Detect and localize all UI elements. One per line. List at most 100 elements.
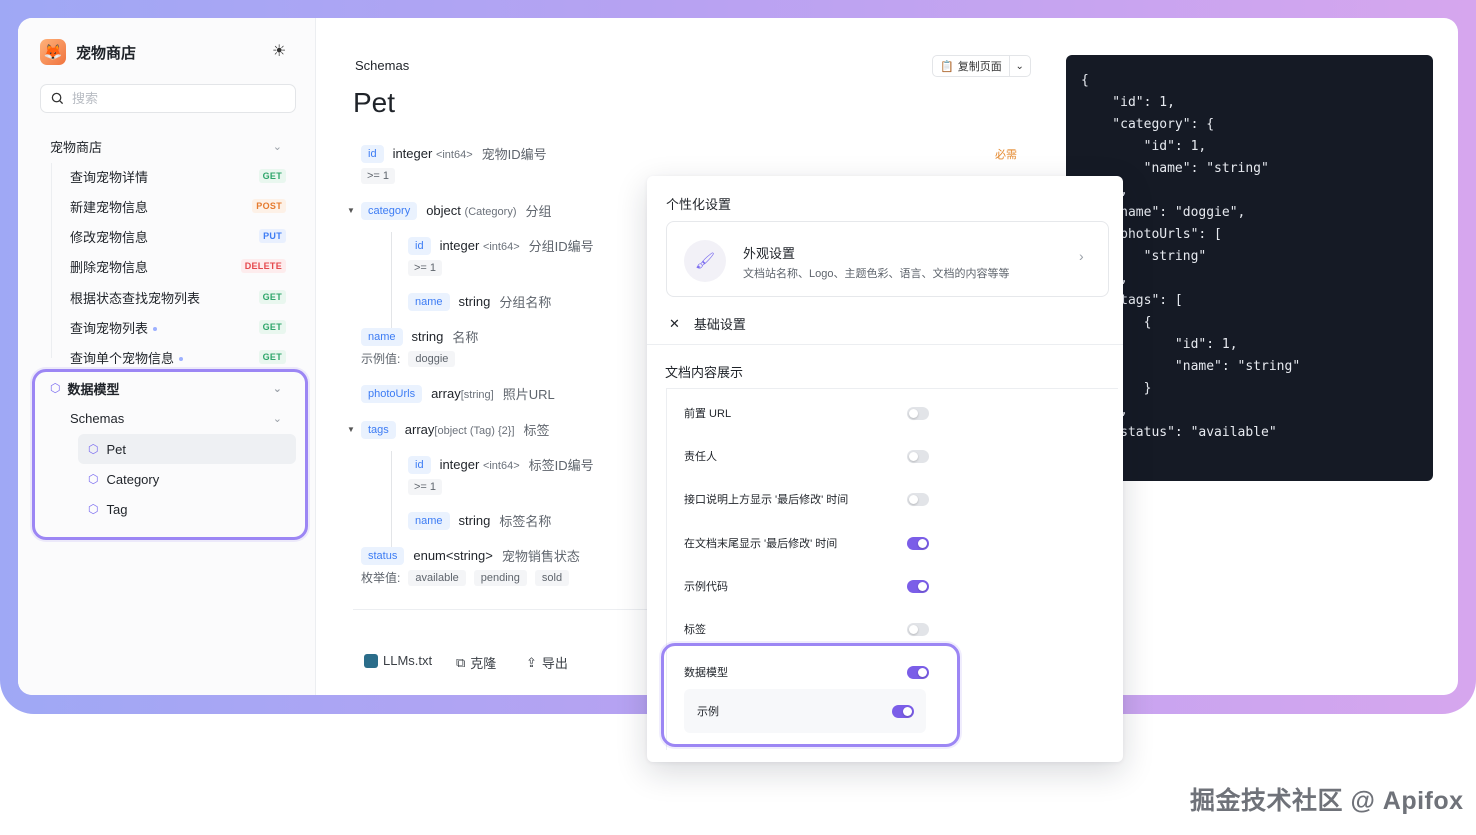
field-desc: 分组ID编号: [528, 239, 594, 254]
field-type: array[string]: [431, 386, 494, 401]
data-model-toggle-highlight: [661, 643, 960, 747]
chevron-right-icon: ›: [1079, 248, 1084, 264]
breadcrumb[interactable]: Schemas: [355, 58, 409, 73]
option-row[interactable]: 标签: [684, 618, 929, 640]
method-badge: PUT: [259, 229, 286, 243]
method-badge: DELETE: [240, 259, 286, 273]
expand-triangle-icon[interactable]: ▼: [347, 425, 355, 434]
nav-item[interactable]: 新建宠物信息 POST: [70, 195, 286, 217]
export-button[interactable]: ⇪ 导出: [526, 653, 568, 672]
nav-item[interactable]: 查询单个宠物信息 GET: [70, 346, 286, 368]
nav-item[interactable]: 修改宠物信息 PUT: [70, 225, 286, 247]
copy-main[interactable]: 📋 复制页面: [933, 56, 1010, 76]
appearance-card[interactable]: 🖌 外观设置 文档站名称、Logo、主题色彩、语言、文档的内容等等 ›: [666, 221, 1109, 297]
expand-triangle-icon[interactable]: ▼: [347, 206, 355, 215]
code-line: "category": {: [1081, 117, 1215, 132]
field-desc: 分组名称: [499, 295, 552, 310]
option-label: 责任人: [684, 451, 717, 463]
nav-item[interactable]: 查询宠物详情 GET: [70, 165, 286, 187]
nav-item-label-wrap: 查询宠物列表: [70, 318, 158, 337]
field-enum: 枚举值: available pending sold: [361, 569, 570, 586]
field-constraint: >= 1: [361, 168, 396, 184]
enum-value: available: [408, 569, 466, 586]
example-value: doggie: [408, 350, 456, 367]
llms-link[interactable]: LLMs.txt: [364, 653, 432, 668]
nav-item-label: 新建宠物信息: [70, 199, 149, 215]
option-label: 标签: [684, 624, 706, 636]
field-type: integer <int64>: [440, 457, 520, 472]
nav-item[interactable]: 删除宠物信息 DELETE: [70, 255, 286, 277]
code-line: "name": "string": [1081, 161, 1269, 176]
option-row[interactable]: 在文档末尾显示 '最后修改' 时间: [684, 532, 929, 554]
field-name: id: [361, 144, 384, 163]
data-model-highlight: [32, 369, 308, 540]
brand[interactable]: 🦊 宠物商店: [40, 39, 136, 65]
toggle-switch[interactable]: [907, 449, 929, 463]
option-row[interactable]: 示例代码: [684, 575, 929, 597]
llms-icon: [364, 653, 378, 668]
option-row[interactable]: 接口说明上方显示 '最后修改' 时间: [684, 488, 929, 510]
field-row: photoUrls array[string] 照片URL: [361, 384, 555, 403]
method-badge: POST: [252, 199, 286, 213]
search-icon: [51, 92, 64, 105]
copy-page-button[interactable]: 📋 复制页面 ⌄: [932, 55, 1031, 77]
page-title: Pet: [353, 87, 396, 118]
field-name: tags: [361, 420, 396, 439]
chevron-down-icon: ⌄: [272, 140, 282, 153]
toggle-switch[interactable]: [907, 622, 929, 636]
option-label: 前置 URL: [684, 408, 732, 420]
field-desc: 标签: [523, 423, 550, 438]
field-row: status enum<string> 宠物销售状态: [361, 546, 580, 565]
search-input[interactable]: [72, 91, 272, 106]
clone-button[interactable]: ⧉ 克隆: [456, 653, 496, 672]
close-icon[interactable]: ✕: [669, 316, 680, 332]
export-label: 导出: [541, 656, 568, 671]
clipboard-icon: 📋: [940, 60, 954, 73]
appearance-title: 外观设置: [743, 246, 796, 261]
field-type: enum<string>: [413, 548, 493, 563]
method-badge: GET: [258, 350, 286, 364]
nav-item[interactable]: 查询宠物列表 GET: [70, 316, 286, 338]
basic-settings-header[interactable]: ✕ 基础设置: [669, 314, 746, 333]
code-line: {: [1081, 73, 1089, 88]
toggle-switch[interactable]: [907, 492, 929, 506]
paint-roller-icon: 🖌: [684, 240, 726, 282]
option-label: 在文档末尾显示 '最后修改' 时间: [684, 538, 838, 550]
nav-tree-line: [51, 163, 52, 358]
field-row: id integer <int64> 分组ID编号: [408, 236, 594, 255]
method-badge: GET: [258, 290, 286, 304]
field-type: object (Category): [426, 203, 516, 218]
llms-label: LLMs.txt: [383, 653, 433, 668]
search-box[interactable]: [40, 84, 296, 113]
enum-label: 枚举值:: [361, 571, 401, 585]
field-name: name: [408, 292, 450, 311]
field-example: 示例值: doggie: [361, 350, 456, 367]
type-format: <int64>: [435, 149, 473, 161]
option-row[interactable]: 责任人: [684, 445, 929, 467]
field-name: status: [361, 546, 405, 565]
nav-item-label-wrap: 查询单个宠物信息: [70, 348, 184, 367]
field-constraint: >= 1: [408, 479, 443, 495]
type-format: (Category): [464, 206, 517, 218]
code-line: "id": 1,: [1081, 95, 1175, 110]
type-text: integer: [392, 146, 433, 161]
toggle-switch[interactable]: [907, 406, 929, 420]
clone-label: 克隆: [470, 656, 497, 671]
nav-item-label: 修改宠物信息: [70, 229, 149, 245]
brand-name: 宠物商店: [76, 44, 137, 62]
sun-theme-icon[interactable]: ☀: [272, 41, 286, 61]
required-label: 必需: [995, 149, 1017, 161]
type-text: integer: [439, 238, 480, 253]
field-type: integer <int64>: [393, 146, 473, 161]
nav-item-label: 根据状态查找宠物列表: [70, 290, 201, 306]
field-desc: 标签ID编号: [528, 458, 594, 473]
toggle-switch[interactable]: [907, 536, 929, 550]
nav-group-petstore[interactable]: 宠物商店 ⌄: [50, 135, 282, 157]
copy-label: 复制页面: [957, 61, 1002, 73]
field-name: name: [408, 511, 450, 530]
nav-item[interactable]: 根据状态查找宠物列表 GET: [70, 286, 286, 308]
option-row[interactable]: 前置 URL: [684, 402, 929, 424]
type-text: array: [404, 422, 435, 437]
chevron-down-icon[interactable]: ⌄: [1010, 61, 1030, 72]
toggle-switch[interactable]: [907, 579, 929, 593]
